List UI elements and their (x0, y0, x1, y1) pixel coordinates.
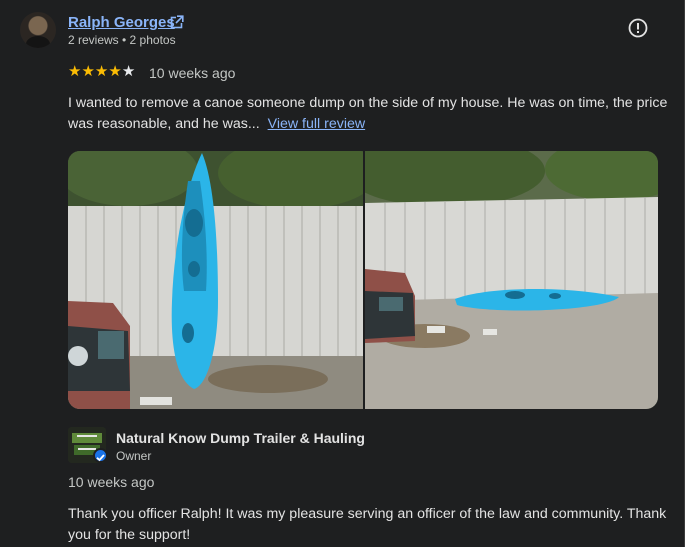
star-filled-icon: ★ (68, 63, 82, 80)
star-empty-icon: ★ (121, 63, 136, 80)
reviewer-meta: 2 reviews • 2 photos (68, 33, 176, 47)
review-card: Ralph Georges 2 reviews • 2 photos ★★★★★… (0, 0, 685, 547)
review-date: 10 weeks ago (149, 65, 236, 81)
owner-business-name: Natural Know Dump Trailer & Hauling (116, 430, 365, 446)
star-filled-icon: ★ (108, 63, 122, 80)
open-in-new-icon[interactable] (170, 15, 184, 29)
reviewer-avatar[interactable] (20, 12, 56, 48)
review-body: I wanted to remove a canoe someone dump … (68, 95, 668, 132)
view-full-review-link[interactable]: View full review (268, 116, 366, 132)
star-filled-icon: ★ (81, 63, 95, 80)
review-photos (68, 151, 658, 409)
review-photo-2[interactable] (365, 151, 658, 409)
reviewer-name-link[interactable]: Ralph Georges (68, 14, 175, 31)
report-icon[interactable] (627, 17, 649, 39)
review-photo-1[interactable] (68, 151, 363, 409)
verified-badge-icon (93, 448, 108, 463)
reply-date: 10 weeks ago (68, 474, 155, 490)
owner-role: Owner (116, 449, 152, 463)
star-filled-icon: ★ (94, 63, 109, 80)
owner-reply-text: Thank you officer Ralph! It was my pleas… (68, 506, 667, 543)
star-rating: ★★★★★ (68, 64, 135, 80)
review-text: I wanted to remove a canoe someone dump … (68, 93, 668, 135)
